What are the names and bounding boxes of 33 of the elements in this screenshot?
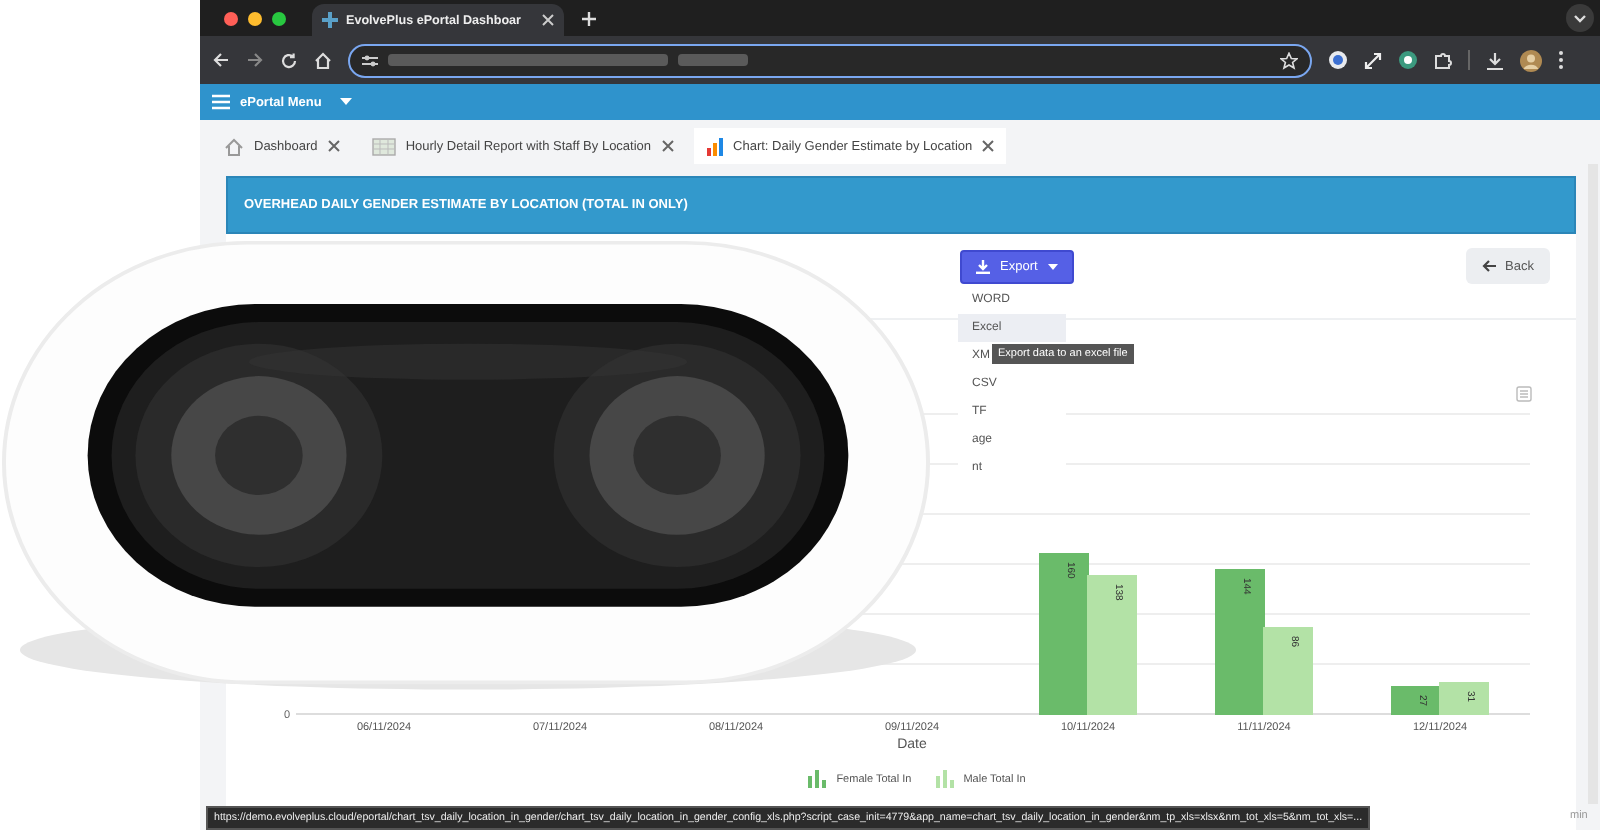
minimize-window-button[interactable]	[248, 11, 262, 25]
home-icon	[224, 137, 244, 155]
more-icon[interactable]	[1558, 50, 1564, 70]
new-tab-icon[interactable]	[582, 11, 596, 25]
extension-icon[interactable]	[1398, 50, 1418, 70]
home-icon[interactable]	[314, 51, 332, 69]
bar	[1391, 686, 1441, 715]
caret-icon[interactable]	[339, 98, 352, 106]
download-icon	[976, 259, 990, 273]
puzzle-icon[interactable]	[1434, 51, 1452, 69]
extension-icon[interactable]	[1328, 50, 1348, 70]
close-icon[interactable]	[327, 140, 340, 152]
address-bar[interactable]	[348, 43, 1312, 77]
close-icon[interactable]	[661, 140, 674, 152]
blurred-text	[678, 54, 748, 66]
download-icon[interactable]	[1486, 51, 1504, 69]
tune-icon	[362, 53, 378, 67]
bar-chart-icon	[705, 137, 724, 155]
expand-icon[interactable]	[1364, 51, 1382, 69]
bar	[1439, 682, 1489, 715]
menu-icon[interactable]	[212, 94, 230, 110]
star-icon[interactable]	[1280, 51, 1298, 69]
close-window-button[interactable]	[224, 11, 238, 25]
reload-icon[interactable]	[280, 51, 298, 69]
back-icon[interactable]	[212, 52, 230, 68]
chevron-down-icon[interactable]	[1566, 4, 1594, 32]
avatar[interactable]	[1520, 49, 1542, 71]
caret-icon	[1047, 263, 1058, 269]
close-icon[interactable]	[982, 140, 995, 152]
arrow-left-icon	[1481, 260, 1496, 272]
bar	[1087, 575, 1137, 715]
forward-icon[interactable]	[246, 52, 264, 68]
zoom-window-button[interactable]	[272, 11, 286, 25]
